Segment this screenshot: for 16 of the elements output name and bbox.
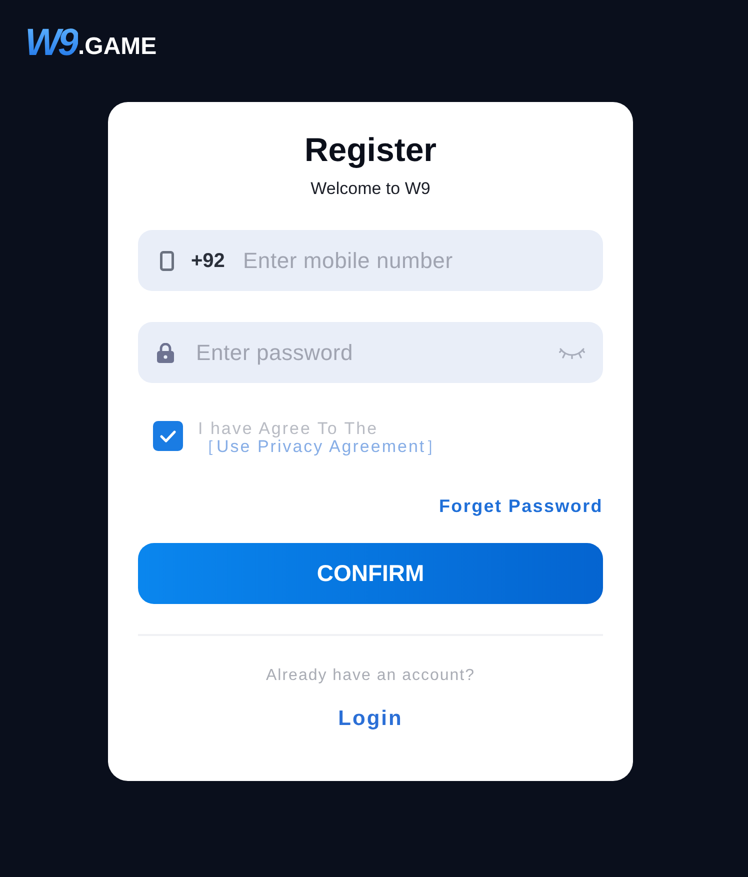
checkbox[interactable] bbox=[153, 421, 183, 451]
smartphone-icon bbox=[160, 250, 174, 270]
card-title: Register bbox=[304, 130, 437, 170]
account-prompt: Already have an account? bbox=[266, 666, 475, 686]
password-input[interactable]: Enter password bbox=[196, 336, 559, 369]
card-subtitle: Welcome to W9 bbox=[310, 178, 430, 200]
lock-icon bbox=[157, 342, 174, 362]
logo-wordmark: .GAME bbox=[78, 35, 157, 59]
mobile-number-field[interactable]: +92 Enter mobile number bbox=[138, 230, 603, 291]
confirm-button[interactable]: CONFIRM bbox=[138, 543, 603, 604]
country-code: +92 bbox=[191, 248, 225, 274]
login-link[interactable]: Login bbox=[338, 706, 403, 732]
agreement-text: I have Agree To The ［Use Privacy Agreement］ bbox=[198, 420, 446, 456]
mobile-number-input[interactable]: Enter mobile number bbox=[242, 244, 583, 277]
forget-password-link[interactable]: Forget Password bbox=[438, 495, 603, 517]
password-field[interactable]: Enter password bbox=[138, 322, 603, 383]
